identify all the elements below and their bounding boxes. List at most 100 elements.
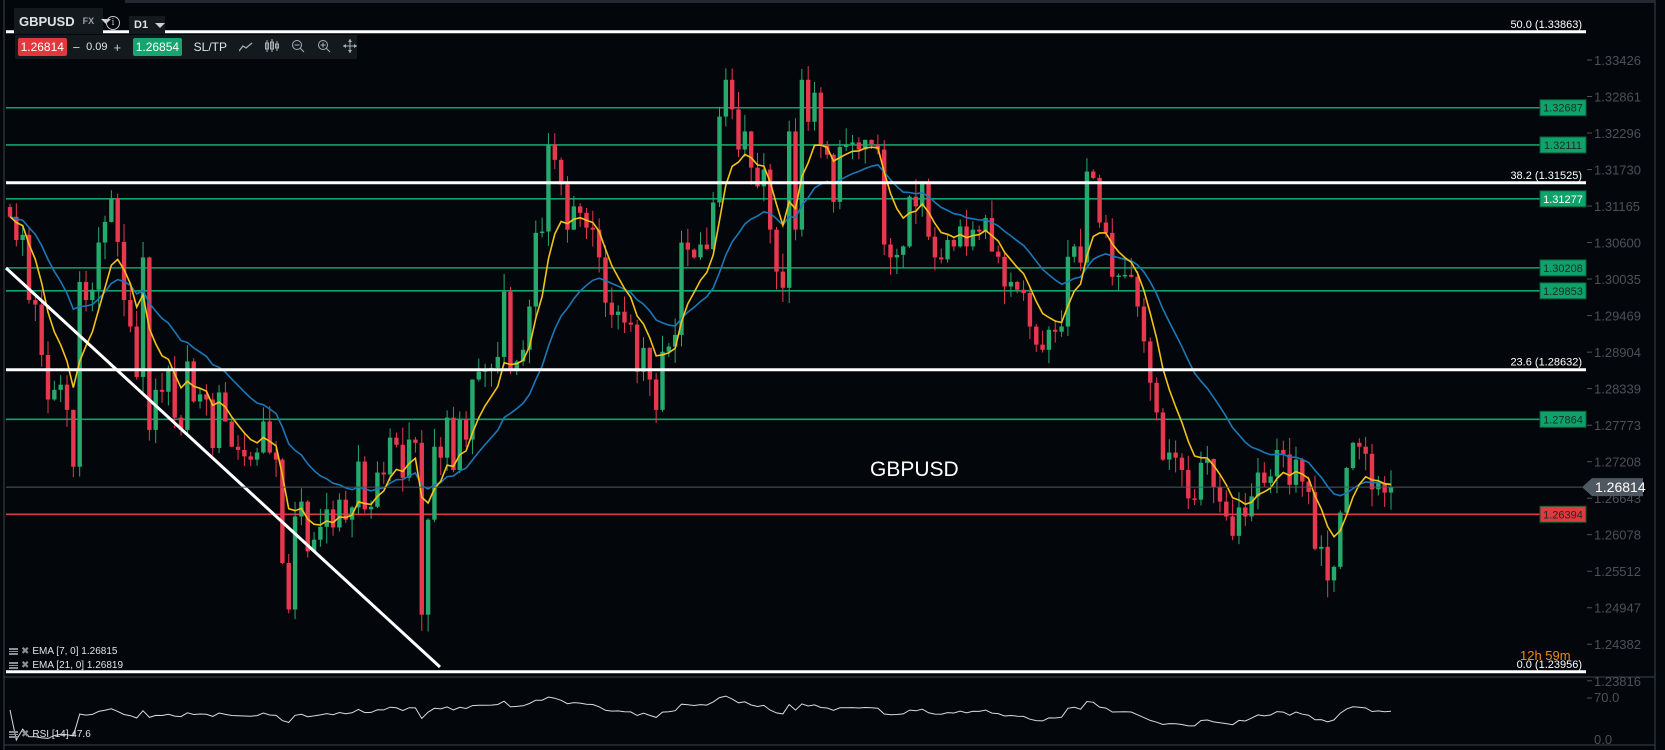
candle	[400, 427, 405, 492]
legend-rsi[interactable]: ✖ RSI [14] 47.6	[9, 729, 91, 740]
candle	[381, 461, 386, 484]
candle	[1021, 280, 1026, 301]
buy-button[interactable]: 1.26854	[133, 38, 182, 56]
increase-quantity-button[interactable]: +	[114, 40, 122, 55]
candle-body	[698, 244, 703, 258]
candle	[1160, 407, 1166, 462]
candle	[1002, 253, 1007, 305]
candle-body	[590, 227, 596, 230]
candle-body	[913, 196, 919, 207]
close-icon[interactable]: ✖	[21, 660, 29, 671]
candle	[552, 133, 557, 170]
candle	[77, 271, 82, 477]
legend-ema-21[interactable]: ✖ EMA [21, 0] 1.26819	[9, 660, 123, 671]
candle-body	[856, 142, 862, 150]
candle-body	[20, 234, 25, 240]
candle-body	[216, 392, 222, 448]
candle-body	[1097, 177, 1102, 223]
symbol-selector[interactable]: GBPUSD FX	[14, 8, 112, 34]
level-price: 1.32111	[1544, 140, 1582, 152]
candle	[172, 355, 177, 429]
candle	[470, 379, 475, 455]
candle	[818, 87, 824, 158]
candle-body	[153, 389, 158, 430]
candle	[729, 68, 735, 120]
candle	[1293, 446, 1299, 493]
candle	[996, 245, 1001, 264]
candle	[1046, 326, 1052, 364]
candle-body	[197, 394, 203, 402]
candle	[856, 137, 862, 160]
candle	[685, 228, 691, 267]
close-icon[interactable]: ✖	[21, 646, 29, 657]
settings-icon[interactable]	[9, 648, 18, 655]
candle	[577, 203, 583, 227]
candle	[793, 118, 798, 241]
candle-body	[1369, 453, 1375, 490]
info-icon[interactable]: i	[106, 16, 120, 30]
candle	[717, 106, 722, 208]
candle	[565, 176, 570, 243]
price-chart[interactable]: 1.32687 1.32111 1.31277 1.30208 1.29853 1.278…	[0, 0, 1665, 750]
level-price: 1.30208	[1543, 263, 1583, 275]
sl-tp-button[interactable]: SL/TP	[194, 40, 227, 54]
close-icon[interactable]: ✖	[21, 729, 29, 740]
settings-icon[interactable]	[9, 731, 18, 738]
candle-body	[96, 242, 101, 290]
candle-body	[102, 221, 108, 243]
candle	[223, 382, 228, 422]
candle	[489, 363, 494, 387]
candle	[406, 422, 412, 482]
candle	[1357, 438, 1362, 460]
candle	[432, 428, 437, 523]
price-axis[interactable]: 1.33426 1.32861 1.32296 1.31730 1.31165 1.306…	[1587, 53, 1641, 689]
candle	[571, 195, 577, 231]
zoom-in-icon[interactable]	[317, 39, 331, 56]
candle-body	[1262, 472, 1267, 483]
candle	[1338, 510, 1343, 569]
trendline[interactable]	[4, 266, 442, 669]
candle	[850, 134, 855, 160]
settings-icon[interactable]	[9, 662, 18, 669]
candle	[710, 192, 716, 250]
decrease-quantity-button[interactable]: −	[73, 40, 81, 55]
candle-body	[1072, 246, 1077, 257]
axis-label: 1.32296	[1594, 126, 1641, 141]
candle	[1331, 565, 1337, 592]
candle-body	[362, 461, 367, 510]
candle	[1217, 473, 1223, 513]
candle-body	[939, 257, 944, 260]
candle	[742, 114, 748, 157]
candle-body	[1363, 446, 1368, 454]
candle	[242, 432, 247, 466]
candles-layer	[7, 66, 1394, 632]
candle-body	[1255, 472, 1261, 497]
candle-body	[7, 207, 13, 217]
line-chart-icon[interactable]	[238, 40, 253, 55]
candle-body	[413, 439, 418, 443]
timeframe-selector[interactable]: D1	[129, 16, 166, 34]
candle	[609, 287, 615, 328]
candle	[805, 66, 811, 131]
candle	[1382, 476, 1387, 507]
candle-body	[476, 371, 481, 380]
candle-body	[368, 506, 374, 510]
candle-body	[1388, 487, 1394, 493]
candle	[907, 195, 912, 248]
zoom-out-icon[interactable]	[291, 39, 305, 56]
candle	[939, 248, 944, 264]
legend-ema-7[interactable]: ✖ EMA [7, 0] 1.26815	[9, 646, 117, 657]
candle	[159, 372, 165, 403]
fibonacci-layer[interactable]: 50.0 (1.33863) 38.2 (1.31525) 23.6 (1.2863…	[6, 19, 1586, 674]
move-icon[interactable]	[343, 38, 357, 56]
candle	[1173, 440, 1178, 473]
candle-body	[653, 379, 659, 410]
quantity-input[interactable]: 0.09	[86, 41, 107, 53]
candle	[723, 68, 729, 127]
sell-button[interactable]: 1.26814	[18, 38, 67, 56]
candle-body	[660, 351, 665, 410]
candle-body	[318, 526, 323, 540]
candle	[1053, 320, 1058, 343]
level-price: 1.27864	[1543, 414, 1583, 426]
candles-icon[interactable]	[265, 38, 279, 56]
